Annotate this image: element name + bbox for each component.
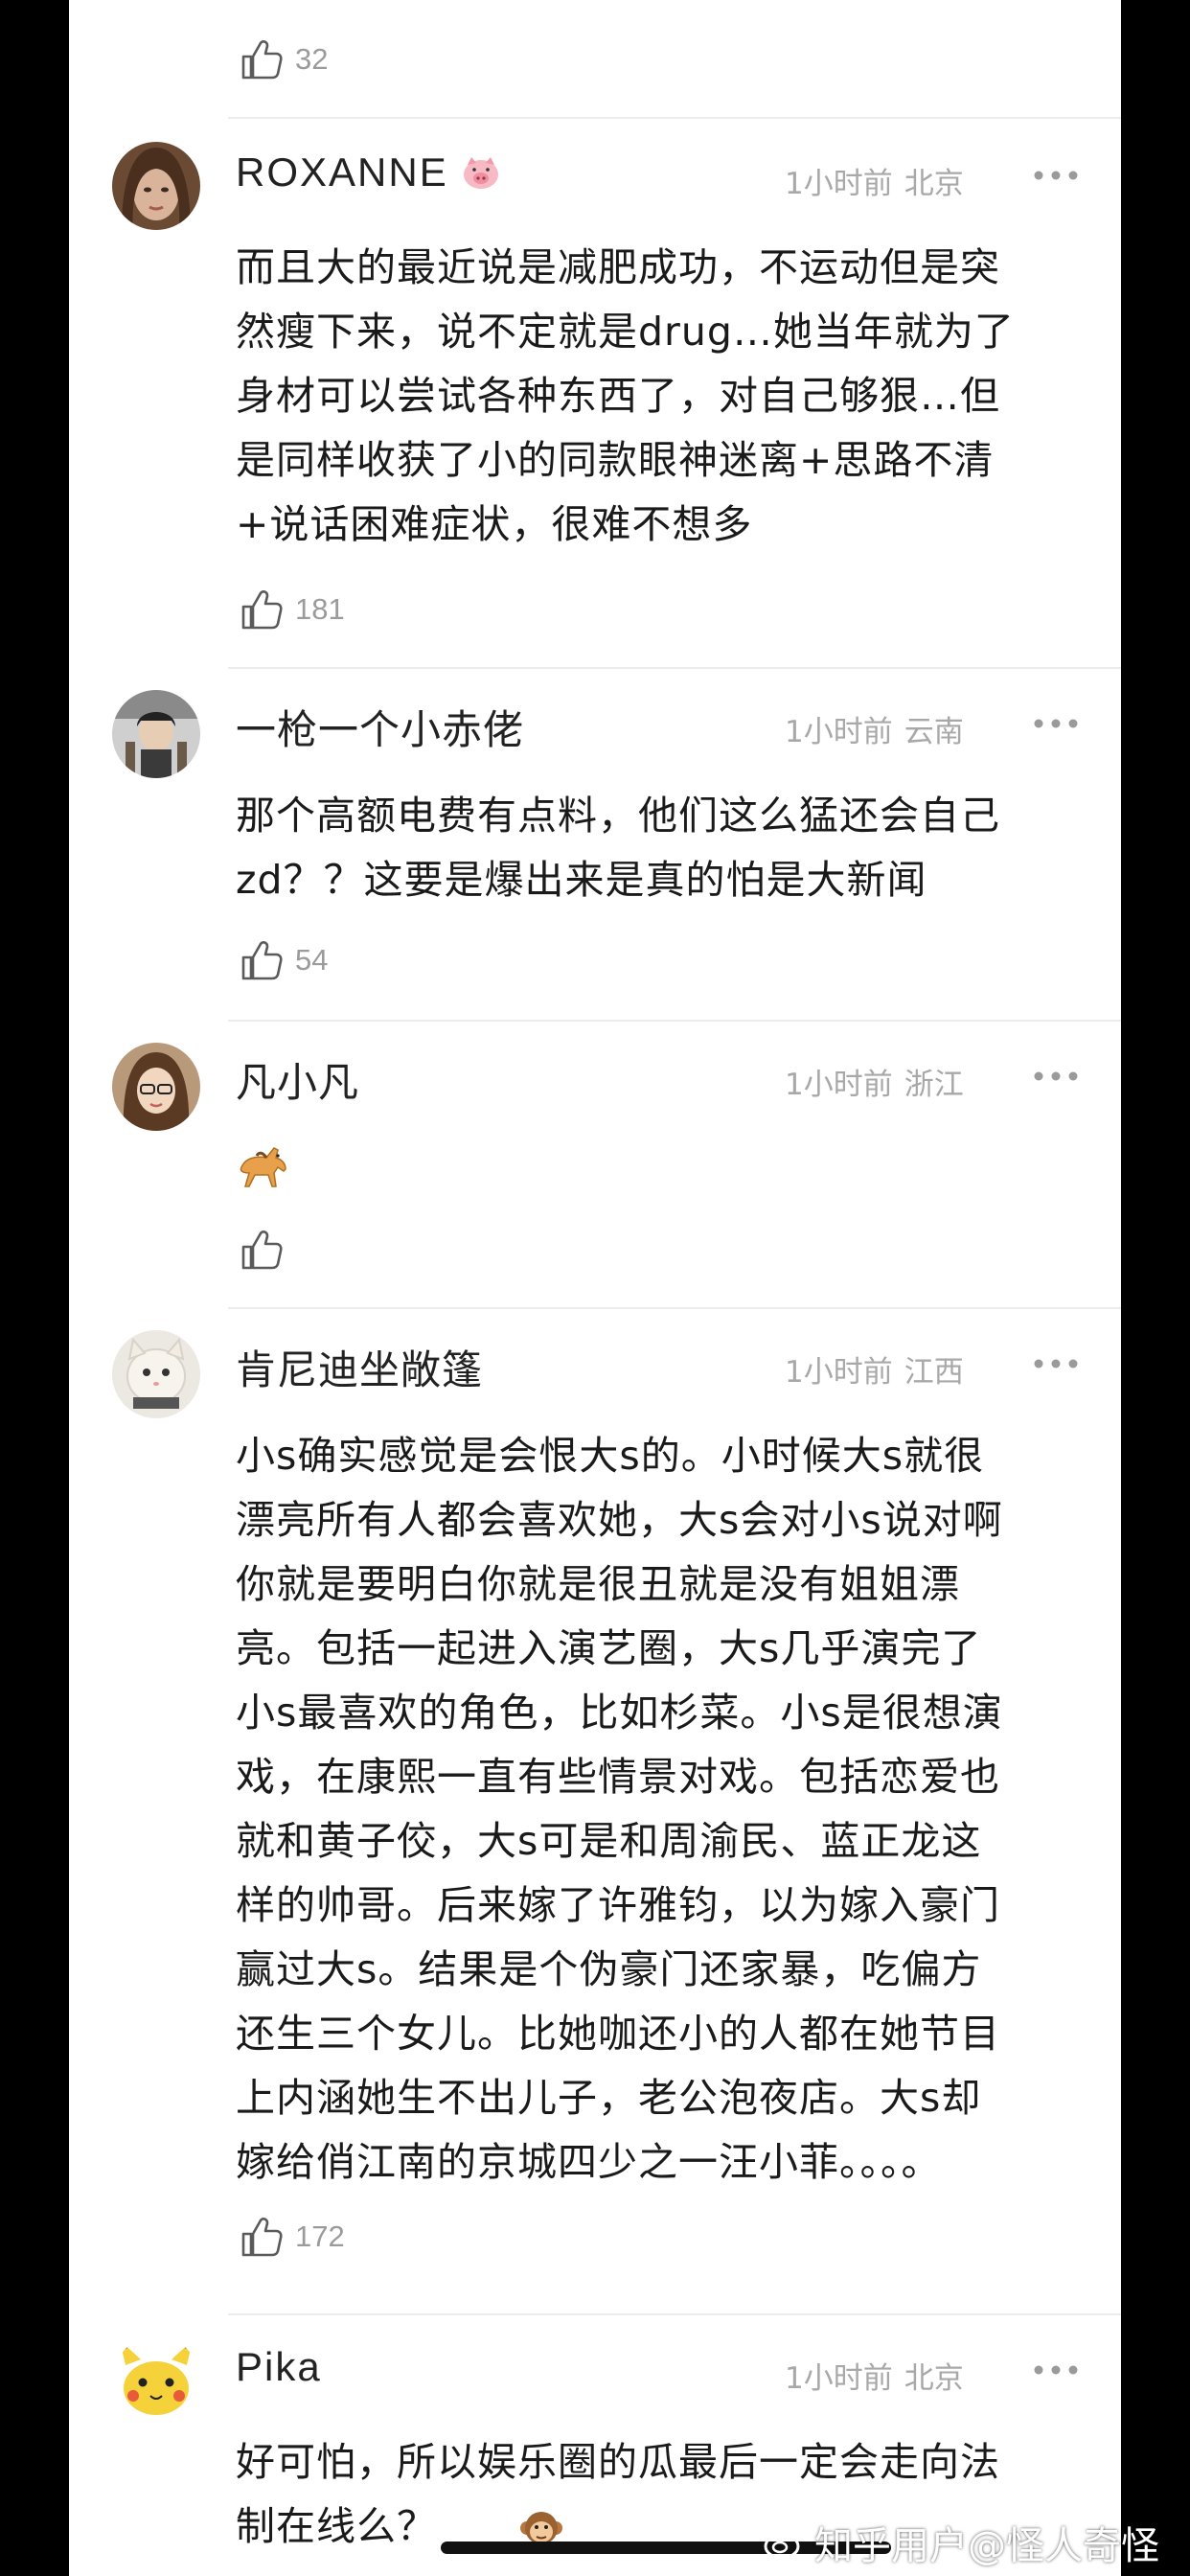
thumbs-up-icon [241,1230,283,1270]
like-button[interactable]: 181 [240,581,345,638]
like-button[interactable]: 172 [240,2208,345,2266]
comment-meta: 1小时前 浙江 [785,1060,964,1103]
comment-location: 浙江 [904,1068,964,1102]
like-count: 172 [295,2220,345,2253]
username[interactable]: ROXANNE [236,150,502,196]
weibo-icon [764,2527,803,2560]
more-options-icon[interactable] [1032,1357,1080,1370]
comment-item: 凡小凡 1小时前 浙江 [69,1043,1121,1301]
pig-emoji-icon [463,157,498,189]
avatar[interactable] [112,690,200,778]
comment-time: 1小时前 [785,2361,893,2396]
like-count: 181 [295,592,345,626]
username[interactable]: 凡小凡 [236,1050,359,1109]
comment-time: 1小时前 [785,1355,893,1390]
more-options-icon[interactable] [1032,169,1080,182]
comment-time: 1小时前 [785,715,893,749]
divider [228,1307,1121,1309]
comment-item: ROXANNE 1小时前 北京 而且大的最近说是减肥成功，不运动但是突 然瘦下来，… [69,142,1121,640]
comment-meta: 1小时前 云南 [785,707,964,750]
divider [228,117,1121,119]
like-button[interactable] [240,1221,295,1278]
username[interactable]: 肯尼迪坐敞篷 [236,1338,483,1396]
comment-time: 1小时前 [785,167,893,201]
avatar[interactable] [112,142,200,230]
more-options-icon[interactable] [1032,2363,1080,2377]
prev-comment-like-button[interactable]: 32 [240,31,328,88]
comment-location: 江西 [904,1355,964,1390]
divider [228,1020,1121,1022]
thumbs-up-icon [241,941,283,980]
comment-location: 北京 [904,2361,964,2396]
thumbs-up-icon [241,590,283,630]
divider [228,667,1121,669]
comment-text: 小s确实感觉是会恨大s的。小时候大s就很 漂亮所有人都会喜欢她，大s会对小s说对… [236,1433,1003,2185]
horse-emoji-icon [240,1147,286,1187]
like-count: 32 [295,42,329,76]
username[interactable]: Pika [236,2344,322,2390]
comment-item: 一枪一个小赤佬 1小时前 云南 那个高额电费有点料，他们这么猛还会自己 zd？？这… [69,690,1121,1016]
like-button[interactable]: 54 [240,932,328,989]
thumbs-up-icon [241,2218,283,2257]
more-options-icon[interactable] [1032,717,1080,730]
comment-meta: 1小时前 北京 [785,159,964,202]
comment-text: 那个高额电费有点料，他们这么猛还会自己 zd？？这要是爆出来是真的怕是大新闻 [236,793,1000,903]
comment-item: 肯尼迪坐敞篷 1小时前 江西 小s确实感觉是会恨大s的。小时候大s就很 漂亮所有人… [69,1330,1121,2300]
username[interactable]: 一枪一个小赤佬 [236,698,524,756]
avatar[interactable] [112,2336,200,2425]
comment-time: 1小时前 [785,1068,893,1102]
comment-list-screen: 32 ROXANNE 1小时前 北京 而且大的最近说是减肥成功，不运动但是突 然… [69,0,1121,2576]
comment-text: 而且大的最近说是减肥成功，不运动但是突 然瘦下来，说不定就是drug…她当年就为… [236,244,1015,547]
like-count: 54 [295,943,329,977]
divider [228,2313,1121,2315]
comment-meta: 1小时前 北京 [785,2354,964,2397]
avatar[interactable] [112,1043,200,1131]
comment-location: 云南 [904,715,964,749]
avatar[interactable] [112,1330,200,1418]
more-options-icon[interactable] [1032,1070,1080,1083]
comment-meta: 1小时前 江西 [785,1347,964,1391]
comment-location: 北京 [904,167,964,201]
thumbs-up-icon [241,40,283,80]
watermark: 知乎用户@怪人奇怪 [763,2515,1159,2570]
